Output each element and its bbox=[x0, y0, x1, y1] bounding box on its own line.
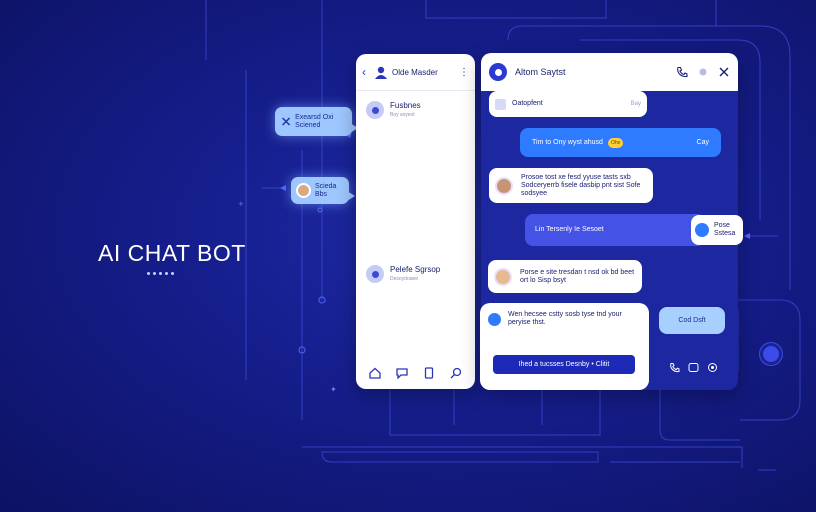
chevron-left-icon[interactable]: ‹ bbox=[362, 65, 370, 79]
hero-dots bbox=[147, 272, 174, 275]
message-text: Prosoe tost xe fesd yyuse tasts sxb Sodc… bbox=[521, 173, 641, 197]
message-text: Tim to Ony wyst ahusd bbox=[532, 138, 603, 146]
chat-header: Altom Saytst bbox=[481, 53, 738, 91]
chat-message: Tim to Ony wyst ahusd Ohe Cay bbox=[520, 128, 721, 157]
user-icon bbox=[375, 66, 387, 79]
chat-message: Lin Tersenly Ie Sesoet bbox=[525, 214, 705, 246]
cta-button[interactable]: Ihed a tucsses Desnby • Clitit bbox=[493, 355, 635, 374]
chat-message: Pose Sstesa bbox=[691, 215, 743, 245]
chat-message: Prosoe tost xe fesd yyuse tasts sxb Sodc… bbox=[489, 168, 653, 203]
list-item[interactable]: Pelefe Sgrsop Desoydoaee bbox=[366, 265, 440, 283]
avatar bbox=[494, 267, 512, 286]
message-text: Porse e site tresdan t nsd ok bd beet or… bbox=[520, 268, 635, 284]
avatar bbox=[366, 101, 384, 119]
floating-bubble-1-text: Exearsd Oxi Sciened bbox=[295, 113, 334, 129]
list-item-subtitle: Boy soyeol bbox=[390, 112, 415, 118]
list-item-subtitle: Desoydoaee bbox=[390, 276, 419, 282]
contacts-footer bbox=[356, 357, 475, 389]
floating-bubble-2: Scieda Bbs bbox=[291, 177, 355, 204]
contacts-panel: ‹ Olde Masder ⋮ Fusbnes Boy soyeol Pelef… bbox=[356, 54, 475, 389]
avatar bbox=[366, 265, 384, 283]
message-meta: Bay bbox=[630, 101, 641, 107]
chat-icon[interactable] bbox=[688, 362, 699, 373]
list-item[interactable]: Fusbnes Boy soyeol bbox=[366, 101, 421, 119]
more-options-icon[interactable]: ⋮ bbox=[459, 67, 469, 78]
contact-name: Olde Masder bbox=[392, 67, 438, 77]
document-icon[interactable] bbox=[423, 367, 435, 379]
attachment-icon bbox=[495, 98, 506, 110]
phone-icon[interactable] bbox=[676, 66, 688, 78]
message-text: Oatopfent bbox=[512, 100, 543, 107]
floating-bubble-1: Exearsd Oxi Sciened bbox=[275, 107, 358, 136]
svg-text:✦: ✦ bbox=[330, 385, 337, 394]
message-text: Cod Dsft bbox=[678, 316, 706, 324]
chat-message: Cod Dsft bbox=[659, 307, 725, 334]
chat-message: Wen hecsee cstty sosb tyse tnd your pery… bbox=[480, 303, 649, 390]
avatar bbox=[495, 176, 513, 195]
chat-message: Porse e site tresdan t nsd ok bd beet or… bbox=[488, 260, 642, 293]
chat-icon[interactable] bbox=[396, 367, 408, 379]
status-indicator-icon bbox=[763, 346, 779, 362]
bot-logo-icon bbox=[489, 63, 507, 81]
message-text: Wen hecsee cstty sosb tyse tnd your pery… bbox=[508, 311, 622, 326]
close-icon[interactable] bbox=[718, 66, 730, 78]
message-tag: Ohe bbox=[607, 137, 624, 148]
circle-icon[interactable] bbox=[697, 66, 709, 78]
bot-icon bbox=[695, 223, 709, 237]
list-item-title: Pelefe Sgrsop bbox=[390, 265, 441, 274]
chat-footer bbox=[669, 362, 718, 373]
contacts-header: ‹ Olde Masder ⋮ bbox=[356, 54, 475, 91]
bot-icon bbox=[488, 313, 501, 326]
settings-icon[interactable] bbox=[707, 362, 718, 373]
search-icon[interactable] bbox=[450, 367, 462, 379]
list-item-title: Fusbnes bbox=[390, 101, 421, 110]
home-icon[interactable] bbox=[369, 367, 382, 379]
message-meta: Cay bbox=[696, 138, 709, 146]
hero-title: AI CHAT BOT bbox=[98, 240, 246, 266]
floating-bubble-2-text: Scieda Bbs bbox=[315, 182, 337, 198]
svg-text:+: + bbox=[238, 200, 244, 208]
chat-message: Oatopfent Bay bbox=[489, 91, 647, 117]
message-text: Pose Sstesa bbox=[714, 222, 736, 237]
avatar bbox=[296, 183, 311, 198]
close-icon bbox=[282, 117, 291, 126]
phone-icon[interactable] bbox=[669, 362, 680, 373]
message-text: Lin Tersenly Ie Sesoet bbox=[535, 226, 604, 233]
chat-title: Altom Saytst bbox=[515, 67, 566, 77]
